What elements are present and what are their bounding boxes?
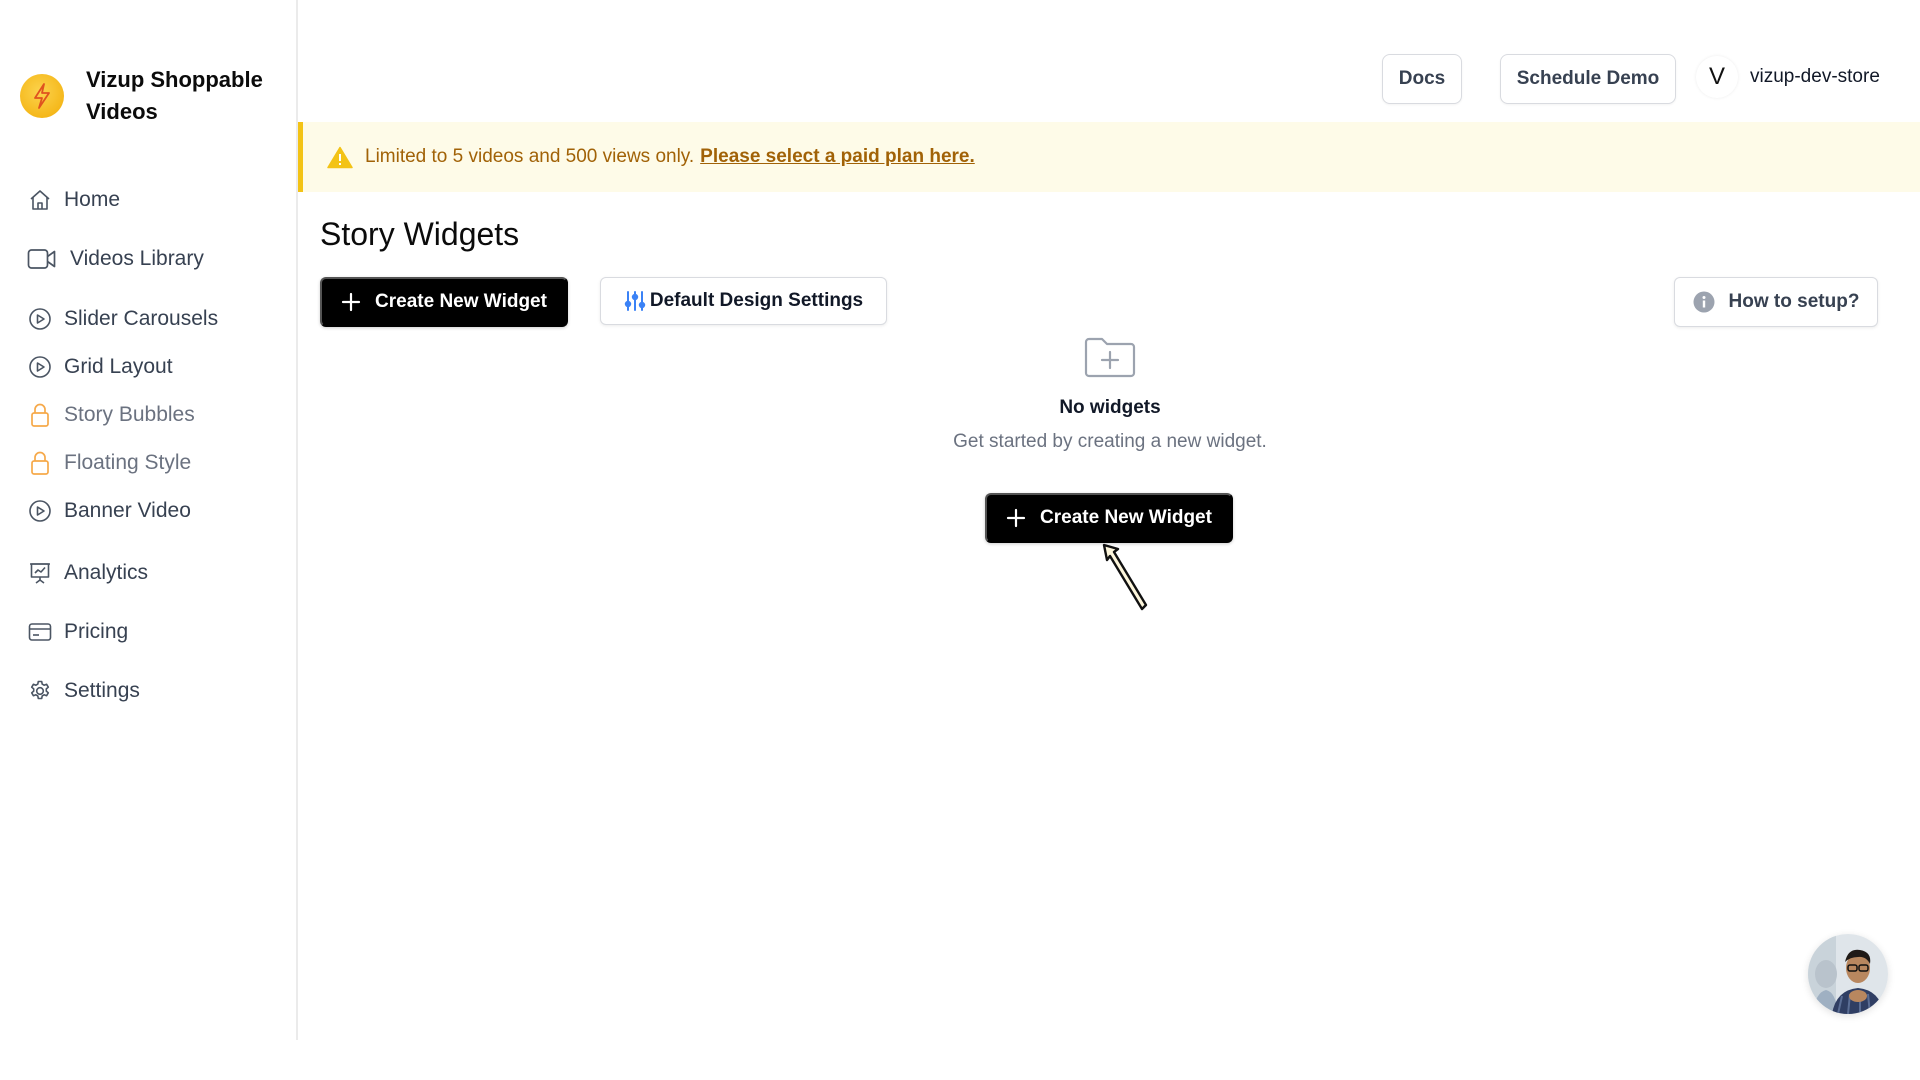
empty-state-subtitle: Get started by creating a new widget. [953, 431, 1267, 452]
default-design-settings-button[interactable]: Default Design Settings [600, 277, 887, 325]
create-new-widget-button[interactable]: Create New Widget [320, 277, 568, 327]
sidebar: Vizup Shoppable Videos Home Videos Libra… [0, 0, 298, 1040]
sidebar-item-label: Videos Library [70, 247, 204, 270]
sidebar-item-label: Story Bubbles [64, 403, 195, 426]
sidebar-item-slider-carousels[interactable]: Slider Carousels [26, 301, 218, 337]
sidebar-item-pricing[interactable]: Pricing [26, 614, 128, 650]
lock-icon [26, 449, 54, 477]
play-circle-icon [26, 353, 54, 381]
brand[interactable]: Vizup Shoppable Videos [20, 64, 286, 128]
app-name: Vizup Shoppable Videos [86, 67, 263, 124]
sidebar-item-label: Floating Style [64, 451, 192, 474]
store-account[interactable]: V vizup-dev-store [1696, 56, 1880, 98]
how-to-setup-button[interactable]: How to setup? [1674, 277, 1878, 327]
mouse-cursor-icon [1098, 543, 1152, 618]
lock-icon [26, 401, 54, 429]
schedule-demo-button[interactable]: Schedule Demo [1500, 54, 1676, 104]
sliders-icon [624, 290, 646, 312]
sidebar-item-label: Grid Layout [64, 355, 173, 378]
top-bar: Docs Schedule Demo V vizup-dev-store [300, 0, 1920, 122]
sidebar-item-home[interactable]: Home [26, 182, 120, 218]
warning-icon [327, 146, 353, 169]
sidebar-item-label: Slider Carousels [64, 307, 219, 330]
play-circle-icon [26, 305, 54, 333]
sidebar-item-label: Settings [64, 679, 140, 702]
button-label: Create New Widget [375, 291, 547, 312]
home-icon [26, 186, 54, 214]
empty-state-title: No widgets [1059, 397, 1161, 418]
sidebar-item-story-bubbles[interactable]: Story Bubbles [26, 397, 195, 433]
info-icon [1693, 291, 1715, 313]
sidebar-item-label: Home [64, 188, 121, 211]
plan-limit-banner: Limited to 5 videos and 500 views only. … [298, 122, 1920, 192]
sidebar-item-label: Pricing [64, 620, 129, 643]
play-circle-icon [26, 497, 54, 525]
empty-state: No widgets Get started by creating a new… [900, 335, 1320, 453]
support-chat-avatar[interactable] [1808, 934, 1888, 1014]
app-window: Vizup Shoppable Videos Home Videos Libra… [0, 0, 1920, 1040]
button-label: How to setup? [1728, 291, 1860, 312]
button-label: Default Design Settings [649, 290, 864, 311]
plus-icon [1006, 508, 1026, 528]
gear-icon [26, 677, 54, 705]
button-label: Create New Widget [1040, 507, 1212, 528]
sidebar-item-analytics[interactable]: Analytics [26, 555, 148, 591]
sidebar-item-label: Analytics [64, 561, 149, 584]
paid-plan-link[interactable]: Please select a paid plan here. [700, 146, 975, 168]
docs-button[interactable]: Docs [1382, 54, 1462, 104]
store-name: vizup-dev-store [1750, 66, 1880, 87]
create-new-widget-empty-button[interactable]: Create New Widget [985, 493, 1233, 543]
sidebar-item-videos-library[interactable]: Videos Library [26, 241, 204, 277]
lightning-logo-icon [20, 74, 64, 118]
sidebar-item-banner-video[interactable]: Banner Video [26, 493, 191, 529]
plus-icon [341, 292, 361, 312]
sidebar-item-floating-style[interactable]: Floating Style [26, 445, 191, 481]
video-camera-icon [26, 245, 58, 273]
store-avatar: V [1696, 56, 1738, 98]
credit-card-icon [26, 618, 54, 646]
page-title: Story Widgets [320, 216, 520, 252]
presentation-chart-icon [26, 559, 54, 587]
folder-plus-icon [900, 335, 1320, 379]
sidebar-item-label: Banner Video [64, 499, 191, 522]
sidebar-item-grid-layout[interactable]: Grid Layout [26, 349, 173, 385]
banner-text: Limited to 5 videos and 500 views only. [365, 146, 695, 167]
sidebar-item-settings[interactable]: Settings [26, 673, 140, 709]
